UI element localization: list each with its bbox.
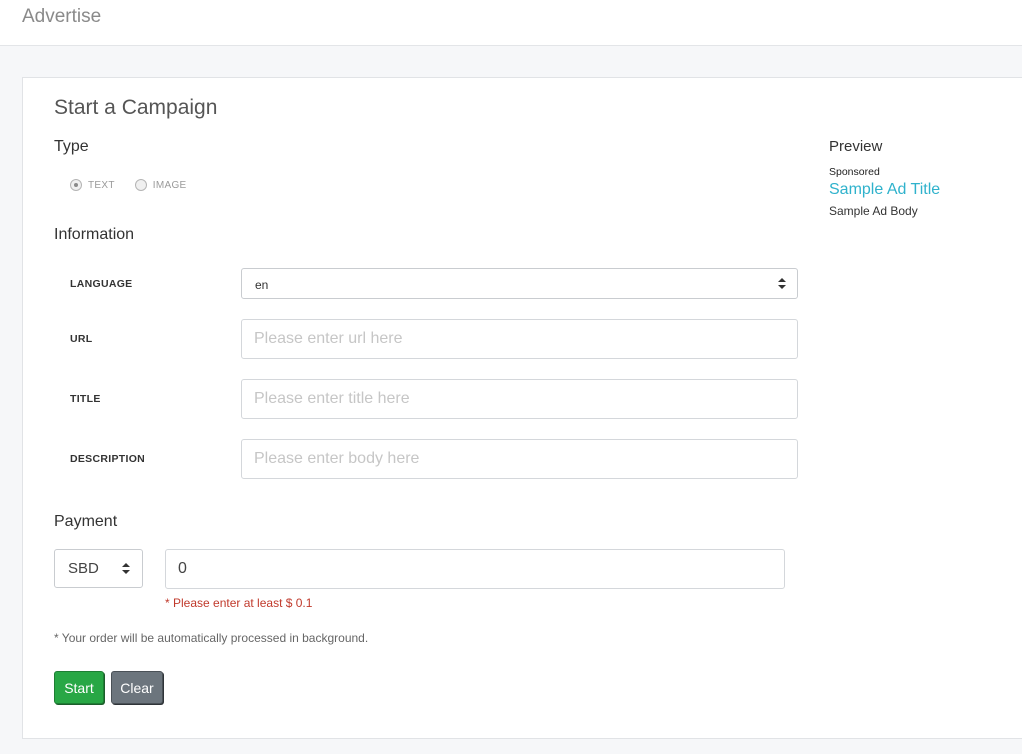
preview-ad-body: Sample Ad Body bbox=[829, 204, 918, 218]
start-button[interactable]: Start bbox=[54, 671, 104, 704]
sponsored-label: Sponsored bbox=[829, 166, 880, 178]
title-input[interactable] bbox=[241, 379, 798, 419]
description-label: DESCRIPTION bbox=[70, 453, 146, 465]
campaign-card: Start a Campaign Type TEXT IMAGE Informa… bbox=[22, 77, 1022, 739]
type-radio-text-label: TEXT bbox=[88, 179, 115, 191]
title-label: TITLE bbox=[70, 393, 101, 405]
preview-ad-title[interactable]: Sample Ad Title bbox=[829, 181, 940, 199]
amount-input[interactable] bbox=[165, 549, 785, 589]
ad-preview: Preview Sponsored Sample Ad Title Sample… bbox=[829, 138, 940, 218]
language-label: LANGUAGE bbox=[70, 278, 133, 290]
type-radio-group: TEXT IMAGE bbox=[70, 179, 207, 191]
amount-error: * Please enter at least $ 0.1 bbox=[165, 596, 313, 610]
top-header: Advertise bbox=[0, 0, 1022, 46]
page-title: Advertise bbox=[22, 6, 102, 27]
type-radio-image[interactable]: IMAGE bbox=[134, 179, 187, 191]
radio-unchecked-icon bbox=[134, 179, 147, 191]
clear-button[interactable]: Clear bbox=[111, 671, 163, 704]
type-radio-image-label: IMAGE bbox=[152, 179, 187, 191]
campaign-title: Start a Campaign bbox=[54, 96, 218, 119]
url-input[interactable] bbox=[241, 319, 798, 359]
description-input[interactable] bbox=[241, 439, 798, 479]
radio-checked-icon bbox=[70, 179, 82, 191]
type-heading: Type bbox=[54, 138, 89, 155]
information-heading: Information bbox=[54, 226, 135, 243]
currency-value: SBD bbox=[68, 560, 99, 577]
select-caret-icon bbox=[778, 278, 786, 290]
currency-select[interactable]: SBD bbox=[54, 549, 143, 588]
language-value: en bbox=[255, 278, 269, 292]
type-radio-text[interactable]: TEXT bbox=[70, 179, 115, 191]
payment-heading: Payment bbox=[54, 513, 118, 530]
select-caret-icon bbox=[122, 563, 130, 575]
language-select[interactable]: en bbox=[241, 268, 798, 299]
url-label: URL bbox=[70, 333, 93, 345]
processing-note: * Your order will be automatically proce… bbox=[54, 631, 369, 645]
preview-heading: Preview bbox=[829, 138, 883, 155]
